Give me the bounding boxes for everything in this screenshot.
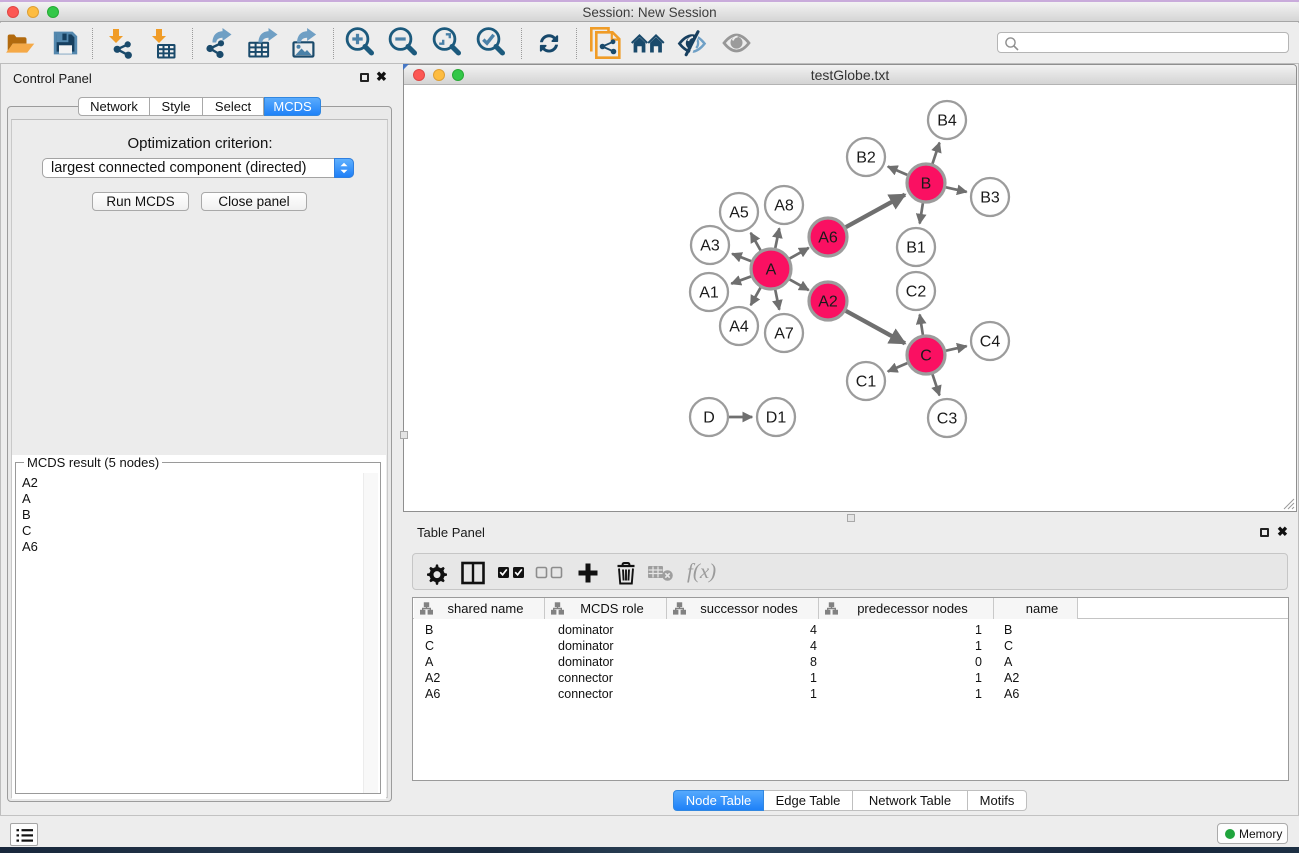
svg-text:B4: B4 — [937, 113, 957, 130]
svg-text:B3: B3 — [980, 190, 1000, 207]
svg-text:C4: C4 — [980, 334, 1001, 351]
svg-text:A4: A4 — [729, 319, 749, 336]
svg-text:A8: A8 — [774, 198, 794, 215]
svg-text:D: D — [703, 410, 715, 427]
svg-text:A5: A5 — [729, 205, 749, 222]
svg-text:C3: C3 — [937, 411, 958, 428]
svg-text:D1: D1 — [766, 410, 787, 427]
svg-text:B1: B1 — [906, 240, 926, 257]
svg-text:A2: A2 — [818, 294, 838, 311]
svg-text:A6: A6 — [818, 230, 838, 247]
svg-text:A3: A3 — [700, 238, 720, 255]
svg-text:C: C — [920, 348, 932, 365]
svg-text:A1: A1 — [699, 285, 719, 302]
svg-text:B2: B2 — [856, 150, 876, 167]
svg-text:C2: C2 — [906, 284, 927, 301]
svg-text:A7: A7 — [774, 326, 794, 343]
svg-text:B: B — [921, 176, 932, 193]
svg-text:A: A — [766, 262, 777, 279]
svg-text:C1: C1 — [856, 374, 877, 391]
